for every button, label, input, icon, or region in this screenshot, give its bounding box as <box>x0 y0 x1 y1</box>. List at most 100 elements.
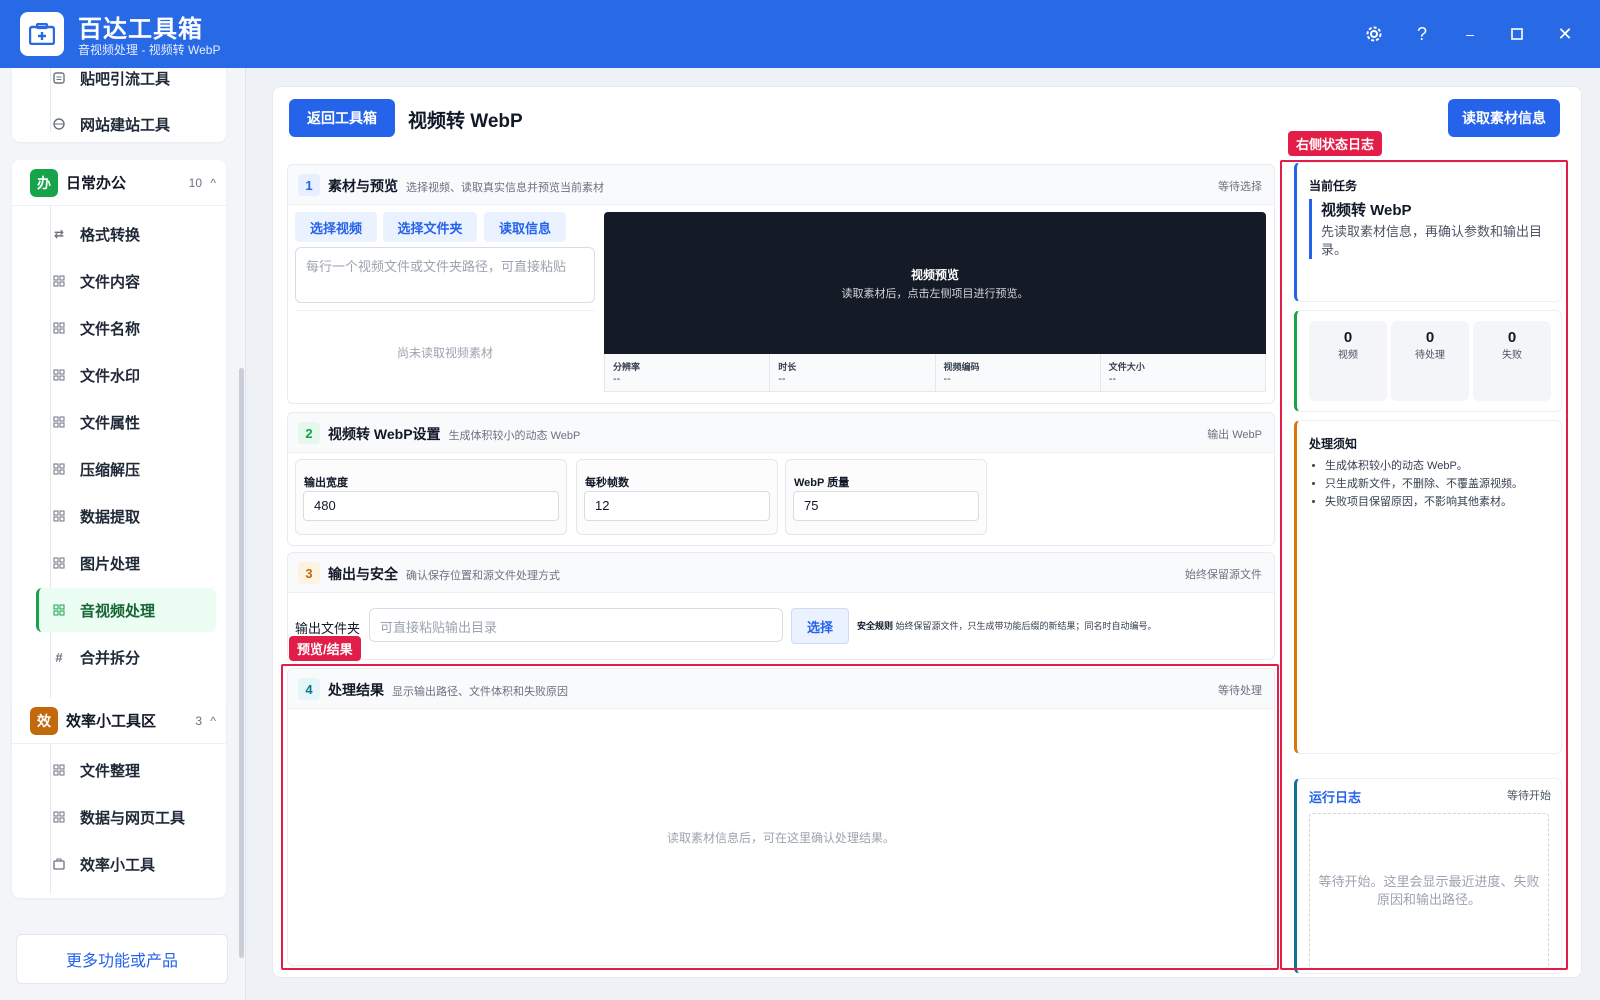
sidebar-card-top: 贴吧引流工具 网站建站工具 <box>12 68 226 142</box>
sidebar-item-extract[interactable]: 数据提取 <box>36 494 216 538</box>
meta-label: 时长 <box>778 362 797 372</box>
close-icon[interactable]: ✕ <box>1551 20 1579 48</box>
group-count: 10 <box>188 175 202 190</box>
sidebar-item-attributes[interactable]: 文件属性 <box>36 400 216 444</box>
sidebar-item-compress[interactable]: 压缩解压 <box>36 447 216 491</box>
section-number: 1 <box>298 174 320 196</box>
sidebar-item-data-web[interactable]: 数据与网页工具 <box>36 795 216 839</box>
sidebar-group-office: 办 日常办公 10 ^ ⇄ 格式转换 文件内容 文件名称 文件水印 文件属性 压 <box>12 160 226 750</box>
section-output-safety: 3 输出与安全 确认保存位置和源文件处理方式 始终保留源文件 <box>287 552 1275 660</box>
choose-output-button[interactable]: 选择 <box>791 608 849 644</box>
webp-quality-field: WebP 质量 75 <box>785 459 987 535</box>
sidebar-item-label: 效率小工具 <box>80 856 156 874</box>
sidebar-scrollbar[interactable] <box>239 368 244 958</box>
grid-icon <box>52 415 66 429</box>
maximize-icon[interactable] <box>1503 20 1531 48</box>
fps-field: 每秒帧数 12 <box>576 459 778 535</box>
sidebar-item-content[interactable]: 文件内容 <box>36 259 216 303</box>
fps-input[interactable]: 12 <box>584 491 770 521</box>
group-name: 日常办公 <box>66 175 127 192</box>
back-to-toolbox-button[interactable]: 返回工具箱 <box>289 99 395 137</box>
meta-label: 文件大小 <box>1108 362 1145 372</box>
select-video-button[interactable]: 选择视频 <box>295 212 377 242</box>
section-number: 2 <box>298 422 320 444</box>
group-count: 3 <box>195 713 202 728</box>
settings-gear-icon[interactable] <box>1360 20 1388 48</box>
grid-icon <box>52 321 66 335</box>
group-name: 效率小工具区 <box>66 713 157 730</box>
section-header: 3 输出与安全 确认保存位置和源文件处理方式 始终保留源文件 <box>288 553 1274 593</box>
globe-icon <box>52 117 66 131</box>
empty-material-text: 尚未读取视频素材 <box>396 346 493 360</box>
sidebar-item-image[interactable]: 图片处理 <box>36 541 216 585</box>
output-folder-label: 输出文件夹 <box>295 621 361 636</box>
sidebar-item-label: 文件水印 <box>80 367 141 385</box>
sidebar-item-label: 文件整理 <box>80 762 141 780</box>
meta-duration: 时长 -- <box>770 354 936 391</box>
sidebar-item-label: 数据提取 <box>80 508 141 526</box>
meta-label: 视频编码 <box>943 362 980 372</box>
meta-filesize: 文件大小 -- <box>1101 354 1265 391</box>
section-number: 3 <box>298 562 320 584</box>
video-path-input[interactable]: 每行一个视频文件或文件夹路径，可直接粘贴 <box>295 247 595 303</box>
section-title-wrap: 输出与安全 确认保存位置和源文件处理方式 <box>328 564 560 584</box>
section-title: 输出与安全 <box>328 566 398 582</box>
webp-quality-input[interactable]: 75 <box>793 491 979 521</box>
sidebar-item-label: 网站建站工具 <box>80 116 171 134</box>
section-desc: 确认保存位置和源文件处理方式 <box>406 570 560 582</box>
sidebar-item-merge[interactable]: # 合并拆分 <box>36 635 216 679</box>
meta-label: 分辨率 <box>613 362 641 372</box>
video-preview: 视频预览 读取素材后，点击左侧项目进行预览。 <box>604 212 1266 354</box>
sidebar-item-label: 文件属性 <box>80 414 141 432</box>
sidebar-item-label: 图片处理 <box>80 555 141 573</box>
sidebar-item-filename[interactable]: 文件名称 <box>36 306 216 350</box>
chevron-up-icon[interactable]: ^ <box>210 176 216 190</box>
rule-text: 始终保留源文件，只生成带功能后缀的新结果；同名时自动编号。 <box>895 621 1157 631</box>
grid-icon <box>52 274 66 288</box>
sidebar-item-organize[interactable]: 文件整理 <box>36 748 216 792</box>
document-icon <box>52 71 66 85</box>
group-badge: 办 <box>30 168 58 197</box>
section-status: 输出 WebP <box>1207 429 1262 441</box>
safety-rule: 安全规则 始终保留源文件，只生成带功能后缀的新结果；同名时自动编号。 <box>857 619 1267 632</box>
grid-icon <box>52 810 66 824</box>
read-info-button[interactable]: 读取信息 <box>484 212 566 242</box>
title-bar: 百达工具箱 音视频处理 - 视频转 WebP ? – ✕ <box>0 0 1600 68</box>
sidebar-item-format[interactable]: ⇄ 格式转换 <box>36 212 216 256</box>
grid-icon <box>52 368 66 382</box>
sidebar-item-label: 贴吧引流工具 <box>80 70 171 88</box>
hash-icon: # <box>55 649 63 665</box>
minimize-icon[interactable]: – <box>1456 20 1484 48</box>
chevron-up-icon[interactable]: ^ <box>210 714 216 728</box>
sidebar-item-label: 格式转换 <box>80 226 141 244</box>
right-panel-callout: 右侧状态日志 <box>1288 131 1383 156</box>
section-title-wrap: 素材与预览 选择视频、读取真实信息并预览当前素材 <box>328 176 604 196</box>
sidebar-group-efficiency: 效 效率小工具区 3 ^ 文件整理 数据与网页工具 效率小工具 <box>12 698 226 898</box>
group-header[interactable]: 办 日常办公 10 ^ <box>12 160 226 206</box>
help-icon[interactable]: ? <box>1408 20 1436 48</box>
section-title-wrap: 视频转 WebP设置 生成体积较小的动态 WebP <box>328 424 580 444</box>
section-title: 视频转 WebP设置 <box>328 426 441 442</box>
section-header: 1 素材与预览 选择视频、读取真实信息并预览当前素材 等待选择 <box>288 165 1274 205</box>
section-desc: 选择视频、读取真实信息并预览当前素材 <box>406 182 604 194</box>
more-features-button[interactable]: 更多功能或产品 <box>16 934 228 984</box>
sidebar: 贴吧引流工具 网站建站工具 办 日常办公 10 ^ ⇄ 格式转换 文件内容 文件… <box>0 68 246 1000</box>
group-header[interactable]: 效 效率小工具区 3 ^ <box>12 698 226 744</box>
sidebar-item-watermark[interactable]: 文件水印 <box>36 353 216 397</box>
sidebar-item-av[interactable]: 音视频处理 <box>36 588 216 632</box>
meta-codec: 视频编码 -- <box>936 354 1101 391</box>
meta-value: -- <box>1108 373 1117 385</box>
output-width-input[interactable]: 480 <box>303 491 559 521</box>
section-desc: 生成体积较小的动态 WebP <box>448 430 581 442</box>
read-material-info-button[interactable]: 读取素材信息 <box>1448 99 1560 137</box>
app-subtitle: 音视频处理 - 视频转 WebP <box>78 43 221 57</box>
sidebar-item-label: 文件名称 <box>80 320 141 338</box>
section-header: 2 视频转 WebP设置 生成体积较小的动态 WebP 输出 WebP <box>288 413 1274 453</box>
output-folder-input[interactable]: 可直接粘贴输出目录 <box>369 608 783 642</box>
group-badge: 效 <box>30 706 58 735</box>
sidebar-item-efficiency[interactable]: 效率小工具 <box>36 842 216 886</box>
grid-icon <box>52 462 66 476</box>
sidebar-item-website[interactable]: 网站建站工具 <box>36 102 216 146</box>
sidebar-item-tieba[interactable]: 贴吧引流工具 <box>36 68 216 100</box>
select-folder-button[interactable]: 选择文件夹 <box>383 212 477 242</box>
